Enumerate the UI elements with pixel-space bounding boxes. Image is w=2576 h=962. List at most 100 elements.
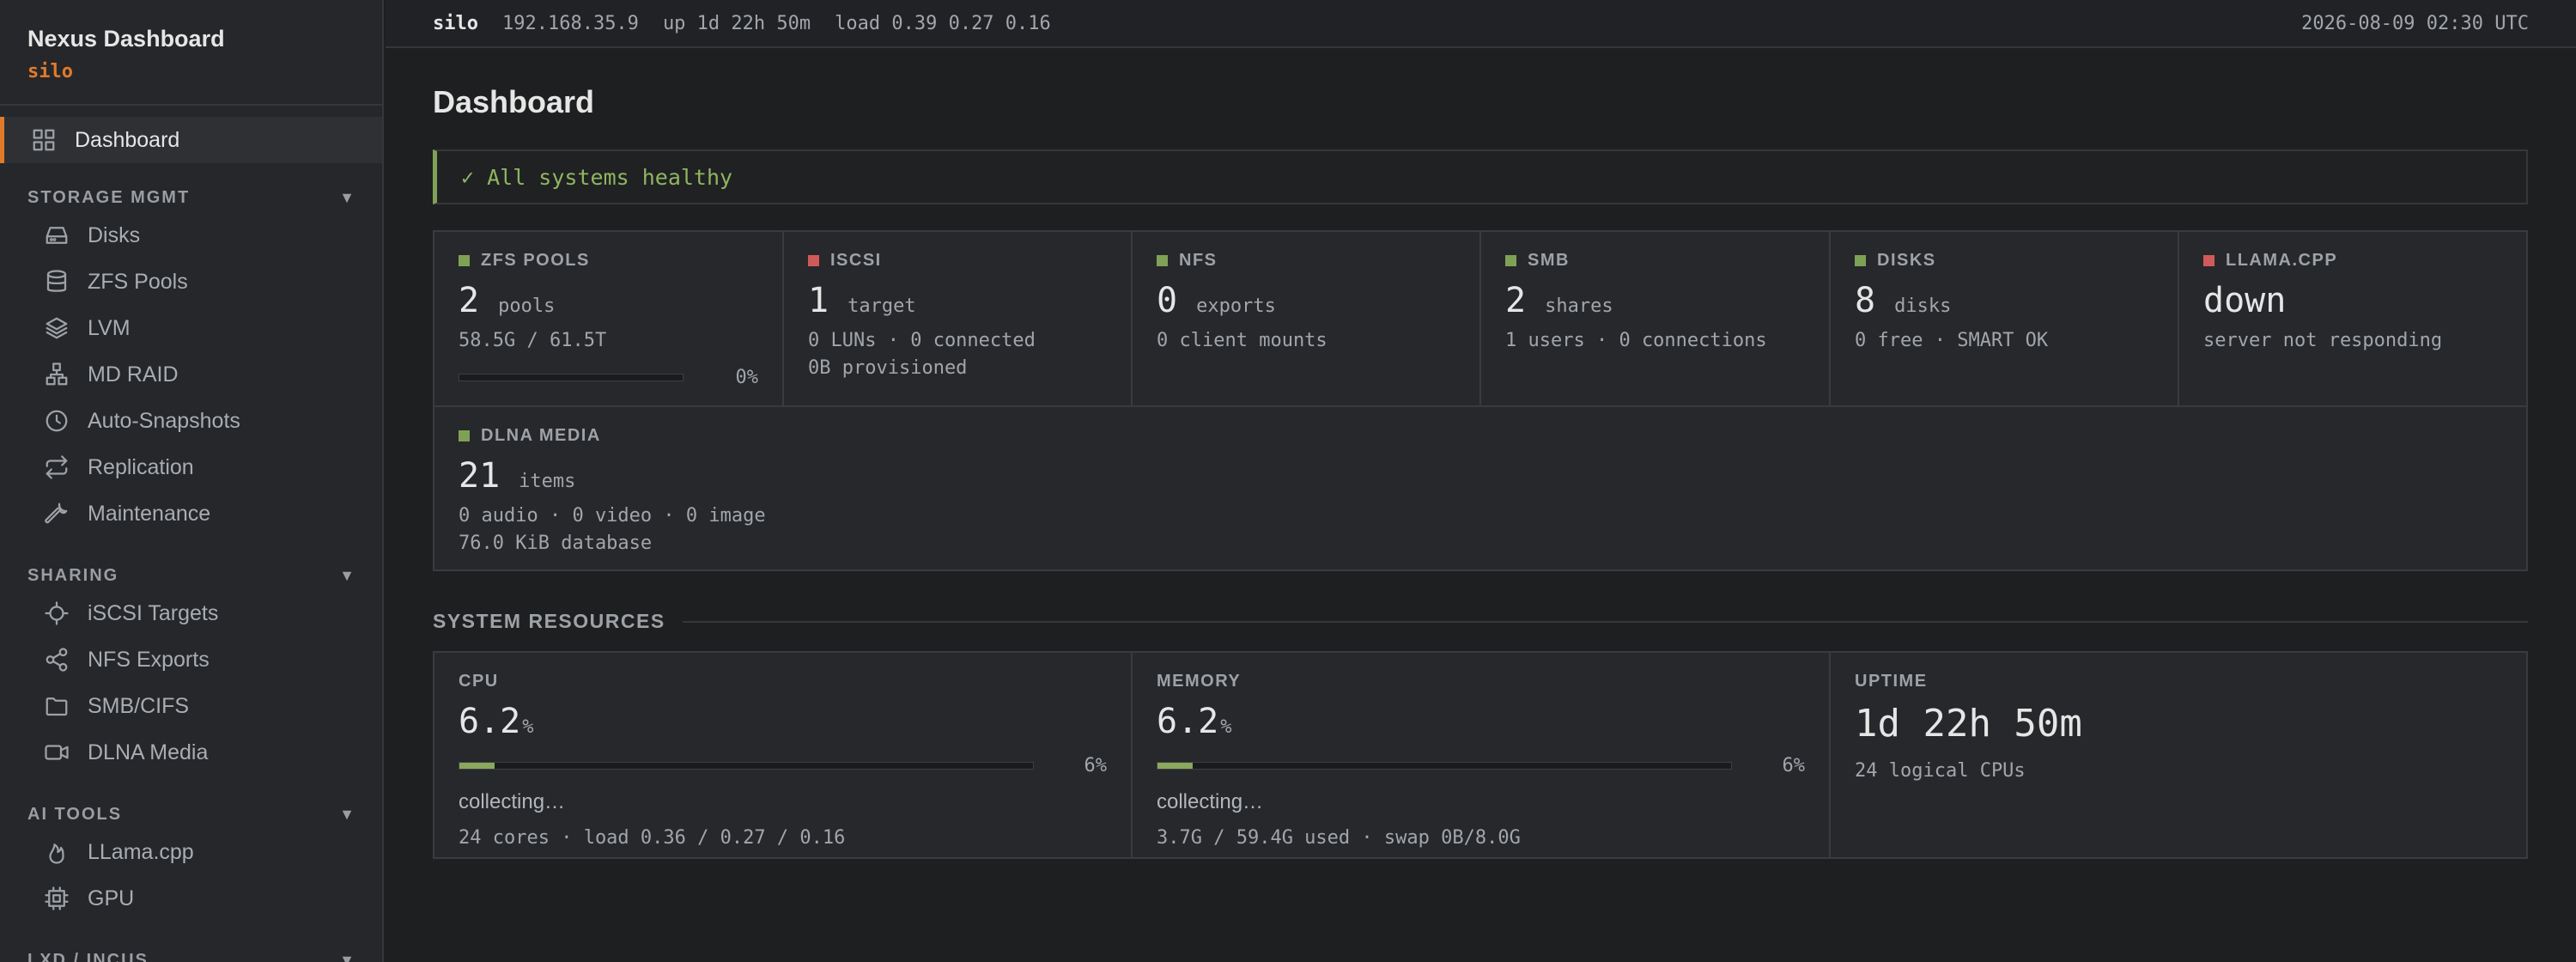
heading-text: SYSTEM RESOURCES — [433, 610, 665, 632]
database-icon — [43, 268, 70, 295]
card-count: 2 — [1505, 281, 1527, 320]
sidebar-item-smb-cifs[interactable]: SMB/CIFS — [0, 683, 382, 729]
cpu-usage-percent: 6% — [1084, 755, 1108, 776]
resource-value: 6.2 — [459, 702, 521, 741]
resource-card-memory[interactable]: MEMORY 6.2% 6% collecting… 3.7G / 59.4G … — [1133, 653, 1831, 857]
topbar-ip: 192.168.35.9 — [501, 12, 639, 34]
card-detail: server not responding — [2203, 330, 2443, 351]
top-status-bar: silo 192.168.35.9 up 1d 22h 50m load 0.3… — [386, 0, 2576, 48]
memory-usage-bar — [1157, 762, 1732, 770]
card-count: 2 — [459, 281, 480, 320]
resource-detail: 24 logical CPUs — [1855, 760, 2026, 782]
service-card-disks[interactable]: DISKS 8 disks 0 free · SMART OK — [1831, 232, 2179, 407]
card-title: DISKS — [1877, 251, 1936, 270]
sidebar-item-label: GPU — [88, 886, 135, 910]
resource-label: CPU — [459, 672, 499, 691]
sidebar-item-replication[interactable]: Replication — [0, 444, 382, 490]
sidebar-item-disks[interactable]: Disks — [0, 212, 382, 259]
cpu-usage-bar-fill — [459, 763, 495, 769]
card-title: NFS — [1179, 251, 1218, 270]
card-status-word: down — [2203, 281, 2287, 320]
resource-unit: % — [1220, 716, 1232, 738]
card-count: 21 — [459, 456, 501, 496]
card-detail: 0 LUNs · 0 connected — [808, 330, 1036, 351]
brand: Nexus Dashboard silo — [0, 0, 382, 106]
sidebar-item-label: Auto-Snapshots — [88, 408, 240, 433]
memory-usage-bar-fill — [1157, 763, 1194, 769]
service-card-zfs-pools[interactable]: ZFS POOLS 2 pools 58.5G / 61.5T 0% — [434, 232, 784, 407]
section-header-ai-tools[interactable]: AI TOOLS ▼ — [0, 800, 382, 829]
sidebar-item-llama-cpp[interactable]: LLama.cpp — [0, 829, 382, 875]
resource-card-cpu[interactable]: CPU 6.2% 6% collecting… 24 cores · load … — [434, 653, 1133, 857]
card-count: 1 — [808, 281, 829, 320]
usage-percent: 0% — [735, 367, 759, 388]
sidebar-item-label: LLama.cpp — [88, 839, 194, 864]
resource-unit: % — [522, 716, 534, 738]
card-detail: 0 audio · 0 video · 0 image — [459, 505, 766, 527]
status-dot — [1855, 255, 1866, 266]
sidebar-item-dlna-media[interactable]: DLNA Media — [0, 729, 382, 776]
section-header-storage-mgmt[interactable]: STORAGE MGMT ▼ — [0, 183, 382, 212]
service-card-llama-cpp[interactable]: LLAMA.CPP down server not responding — [2179, 232, 2526, 407]
card-detail: 0B provisioned — [808, 357, 968, 379]
status-dot — [1157, 255, 1168, 266]
flame-icon — [43, 838, 70, 866]
section-title: SHARING — [27, 565, 119, 585]
layers-icon — [43, 314, 70, 342]
topbar-load: load 0.39 0.27 0.16 — [835, 12, 1051, 34]
sidebar-item-maintenance[interactable]: Maintenance — [0, 490, 382, 537]
sidebar-item-label: Disks — [88, 222, 141, 247]
grid-icon — [30, 126, 58, 154]
sidebar-item-md-raid[interactable]: MD RAID — [0, 351, 382, 398]
card-detail: 0 client mounts — [1157, 330, 1327, 351]
sidebar-item-zfs-pools[interactable]: ZFS Pools — [0, 259, 382, 305]
chip-icon — [43, 885, 70, 912]
topbar-host: silo — [433, 12, 478, 34]
sidebar-item-iscsi-targets[interactable]: iSCSI Targets — [0, 590, 382, 636]
video-icon — [43, 739, 70, 766]
card-detail: 58.5G / 61.5T — [459, 330, 607, 351]
card-detail: 76.0 KiB database — [459, 533, 653, 554]
services-grid: ZFS POOLS 2 pools 58.5G / 61.5T 0% ISCSI … — [433, 230, 2528, 571]
sidebar-item-lvm[interactable]: LVM — [0, 305, 382, 351]
service-card-dlna-media[interactable]: DLNA MEDIA 21 items 0 audio · 0 video · 0… — [434, 407, 2526, 569]
chevron-down-icon: ▼ — [339, 188, 355, 206]
sidebar-item-nfs-exports[interactable]: NFS Exports — [0, 636, 382, 683]
service-card-smb[interactable]: SMB 2 shares 1 users · 0 connections — [1481, 232, 1831, 407]
target-icon — [43, 600, 70, 627]
resource-card-uptime[interactable]: UPTIME 1d 22h 50m 24 logical CPUs — [1831, 653, 2526, 857]
resource-value: 6.2 — [1157, 702, 1219, 741]
wrench-icon — [43, 500, 70, 527]
sidebar-item-label: ZFS Pools — [88, 269, 188, 294]
section-sharing: SHARING ▼ iSCSI Targets NFS Exports SMB/… — [0, 561, 382, 776]
resource-label: MEMORY — [1157, 672, 1242, 691]
app-title: Nexus Dashboard — [27, 26, 225, 52]
section-header-sharing[interactable]: SHARING ▼ — [0, 561, 382, 590]
card-unit: disks — [1894, 295, 1952, 317]
resource-status: collecting… — [459, 790, 566, 813]
card-unit: items — [519, 471, 576, 492]
folder-icon — [43, 692, 70, 720]
page-title: Dashboard — [433, 84, 595, 119]
sidebar: Nexus Dashboard silo Dashboard STORAGE M… — [0, 0, 384, 962]
service-card-iscsi[interactable]: ISCSI 1 target 0 LUNs · 0 connected 0B pr… — [784, 232, 1133, 407]
card-count: 8 — [1855, 281, 1876, 320]
card-detail: 1 users · 0 connections — [1505, 330, 1767, 351]
resource-value: 1d 22h 50m — [1855, 702, 2082, 746]
service-card-nfs[interactable]: NFS 0 exports 0 client mounts — [1133, 232, 1481, 407]
resources-grid: CPU 6.2% 6% collecting… 24 cores · load … — [433, 651, 2528, 859]
sidebar-item-auto-snapshots[interactable]: Auto-Snapshots — [0, 398, 382, 444]
chevron-down-icon: ▼ — [339, 566, 355, 584]
host-name: silo — [27, 61, 73, 82]
sidebar-item-label: Replication — [88, 454, 194, 479]
divider — [682, 620, 2528, 623]
sidebar-item-label: Maintenance — [88, 501, 211, 526]
usage-bar — [459, 374, 683, 381]
disk-icon — [43, 222, 70, 249]
section-ai-tools: AI TOOLS ▼ LLama.cpp GPU — [0, 800, 382, 922]
sidebar-item-dashboard[interactable]: Dashboard — [0, 117, 382, 163]
sidebar-item-gpu[interactable]: GPU — [0, 875, 382, 922]
section-header-lxd-incus[interactable]: LXD / INCUS ▼ — [0, 946, 382, 962]
sidebar-item-label: iSCSI Targets — [88, 600, 219, 625]
resource-label: UPTIME — [1855, 672, 1928, 691]
